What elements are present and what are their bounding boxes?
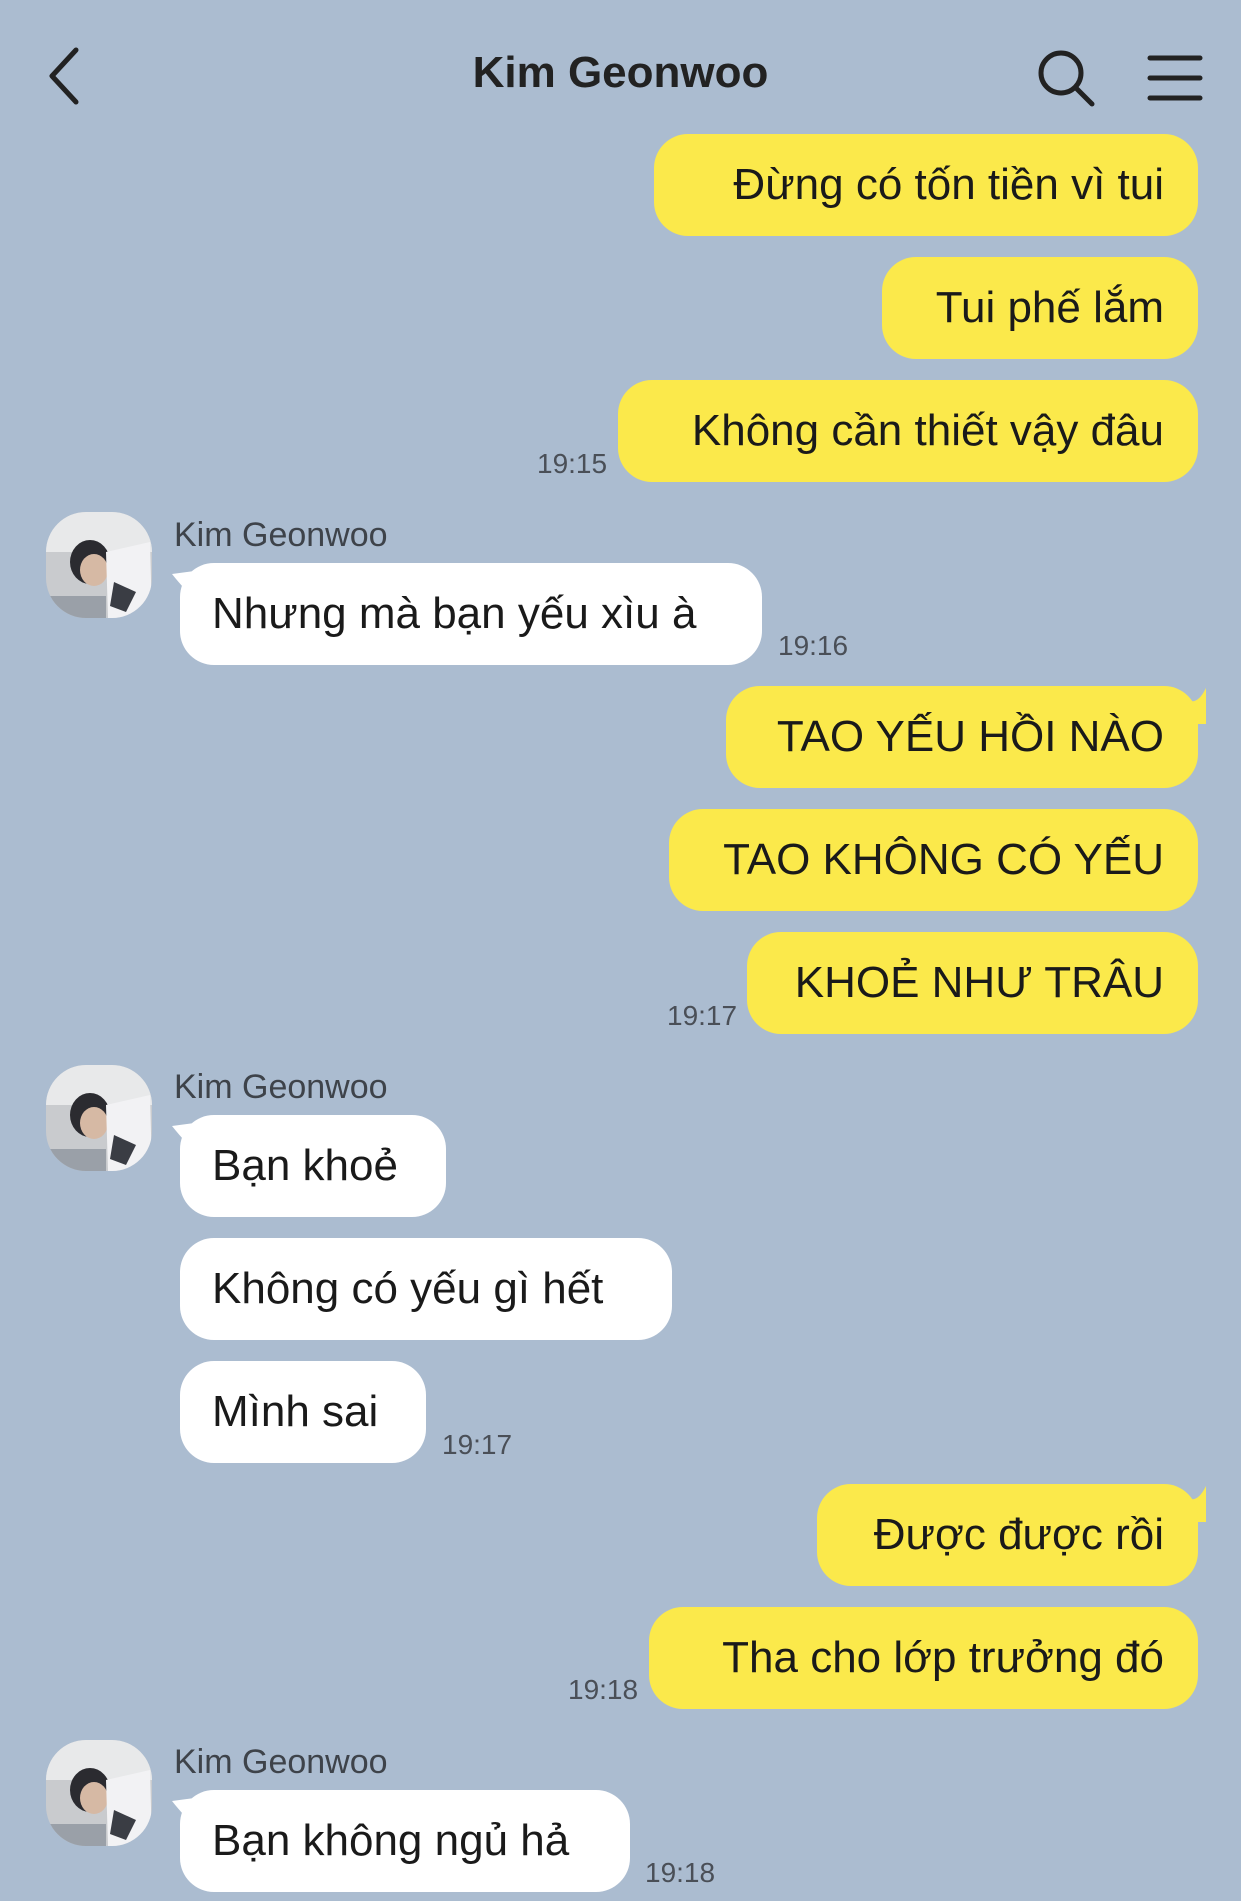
message-text: Không có yếu gì hết [212, 1264, 604, 1313]
search-icon [1038, 50, 1095, 107]
message-timestamp: 19:15 [537, 448, 608, 479]
message-text: Tha cho lớp trưởng đó [722, 1633, 1164, 1682]
sender-name: Kim Geonwoo [174, 1068, 388, 1106]
message-text: Nhưng mà bạn yếu xìu à [212, 589, 697, 638]
message-text: KHOẺ NHƯ TRÂU [794, 958, 1164, 1007]
message-text: Mình sai [212, 1387, 379, 1436]
message-bubble-outgoing[interactable]: TAO YẾU HỒI NÀO [726, 686, 1198, 788]
message-text: Đừng có tốn tiền vì tui [733, 160, 1164, 209]
avatar[interactable] [46, 512, 152, 618]
message-bubble-incoming[interactable]: Bạn không ngủ hả [180, 1790, 630, 1892]
message-timestamp: 19:17 [442, 1429, 513, 1460]
menu-button[interactable] [1146, 48, 1204, 108]
message-timestamp: 19:18 [568, 1674, 639, 1705]
hamburger-menu-icon [1147, 55, 1203, 101]
message-text: Tui phế lắm [935, 283, 1164, 332]
message-bubble-outgoing[interactable]: TAO KHÔNG CÓ YẾU [669, 809, 1198, 911]
message-bubble-incoming[interactable]: Bạn khoẻ [180, 1115, 446, 1217]
message-bubble-outgoing[interactable]: Đừng có tốn tiền vì tui [654, 134, 1198, 236]
message-text: Bạn khoẻ [212, 1141, 398, 1190]
message-bubble-incoming[interactable]: Mình sai [180, 1361, 426, 1463]
message-bubble-outgoing[interactable]: Tui phế lắm [882, 257, 1198, 359]
sender-name: Kim Geonwoo [174, 1743, 388, 1781]
search-button[interactable] [1036, 48, 1096, 108]
sender-name: Kim Geonwoo [174, 516, 388, 554]
message-text: Được được rồi [873, 1510, 1164, 1559]
avatar[interactable] [46, 1740, 152, 1846]
chat-header: Kim Geonwoo [0, 0, 1241, 150]
message-bubble-outgoing[interactable]: Không cần thiết vậy đâu [618, 380, 1198, 482]
message-bubble-outgoing[interactable]: Tha cho lớp trưởng đó [649, 1607, 1198, 1709]
avatar[interactable] [46, 1065, 152, 1171]
chevron-left-icon [49, 47, 79, 105]
message-text: Bạn không ngủ hả [212, 1816, 570, 1865]
back-button[interactable] [42, 44, 86, 108]
message-timestamp: 19:16 [778, 630, 849, 661]
message-bubble-incoming[interactable]: Không có yếu gì hết [180, 1238, 672, 1340]
message-text: TAO YẾU HỒI NÀO [776, 712, 1164, 761]
message-bubble-outgoing[interactable]: KHOẺ NHƯ TRÂU [747, 932, 1198, 1034]
message-timestamp: 19:17 [667, 1000, 738, 1031]
message-text: TAO KHÔNG CÓ YẾU [723, 835, 1164, 884]
message-bubble-outgoing[interactable]: Được được rồi [817, 1484, 1198, 1586]
profile-photo-icon [46, 512, 152, 618]
profile-photo-icon [46, 1065, 152, 1171]
profile-photo-icon [46, 1740, 152, 1846]
message-text: Không cần thiết vậy đâu [691, 406, 1164, 455]
message-timestamp: 19:18 [645, 1857, 716, 1888]
message-bubble-incoming[interactable]: Nhưng mà bạn yếu xìu à [180, 563, 762, 665]
